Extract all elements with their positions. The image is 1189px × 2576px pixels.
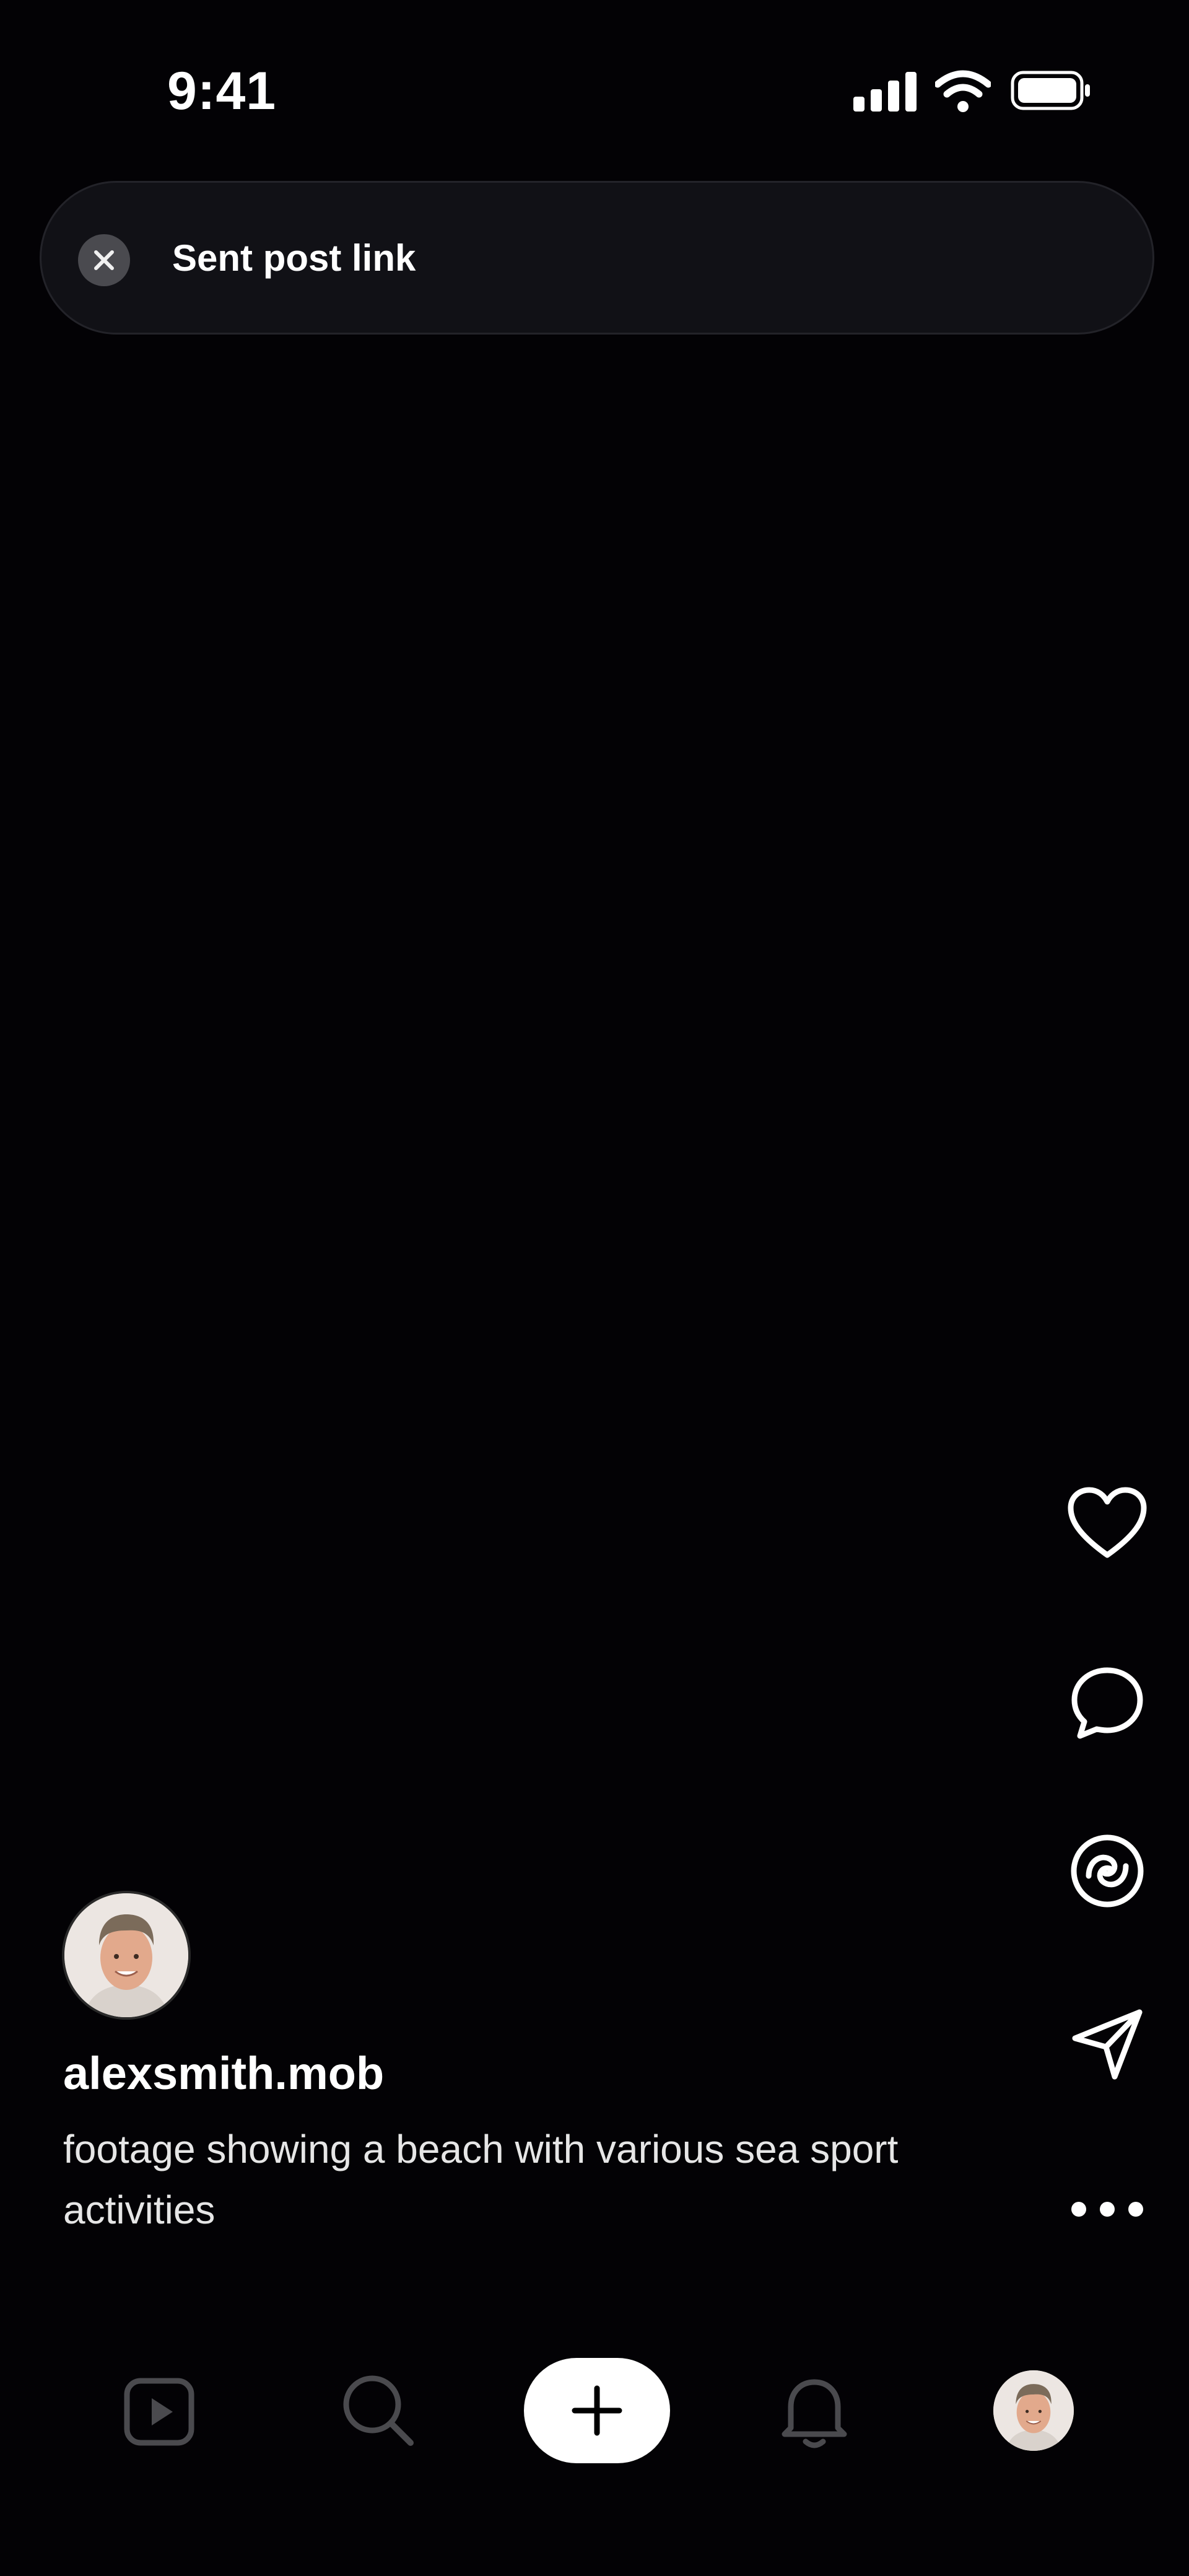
- search-icon: [343, 2375, 414, 2446]
- toast-close-button[interactable]: [78, 234, 130, 286]
- send-icon: [1072, 2009, 1143, 2080]
- share-button[interactable]: [1064, 2001, 1151, 2088]
- remix-icon: [1071, 1834, 1144, 1908]
- author-avatar[interactable]: [62, 1891, 191, 2020]
- close-icon: [94, 250, 114, 270]
- battery-icon: [1011, 71, 1090, 110]
- avatar-image: [64, 1893, 188, 2017]
- nav-profile[interactable]: [993, 2370, 1074, 2451]
- bell-icon: [782, 2379, 847, 2448]
- like-button[interactable]: [1064, 1481, 1151, 1567]
- nav-notifications[interactable]: [768, 2364, 861, 2457]
- profile-avatar: [993, 2370, 1074, 2451]
- signal-icon: [853, 72, 917, 112]
- nav-search[interactable]: [332, 2364, 425, 2457]
- plus-icon: [572, 2385, 622, 2436]
- more-options-button[interactable]: [1064, 2166, 1151, 2253]
- reels-icon: [124, 2378, 194, 2446]
- more-icon: [1071, 2202, 1143, 2217]
- comment-button[interactable]: [1064, 1660, 1151, 1747]
- create-post-button[interactable]: [524, 2358, 670, 2463]
- post-caption: footage showing a beach with various sea…: [63, 2127, 899, 2232]
- wifi-icon: [935, 70, 991, 112]
- remix-button[interactable]: [1064, 1828, 1151, 1914]
- post-username[interactable]: alexsmith.mob: [63, 2047, 384, 2100]
- nav-reels[interactable]: [113, 2364, 206, 2457]
- status-time: 9:41: [167, 61, 277, 121]
- toast-message: Sent post link: [172, 237, 416, 279]
- comment-icon: [1071, 1667, 1143, 1739]
- heart-icon: [1068, 1487, 1147, 1558]
